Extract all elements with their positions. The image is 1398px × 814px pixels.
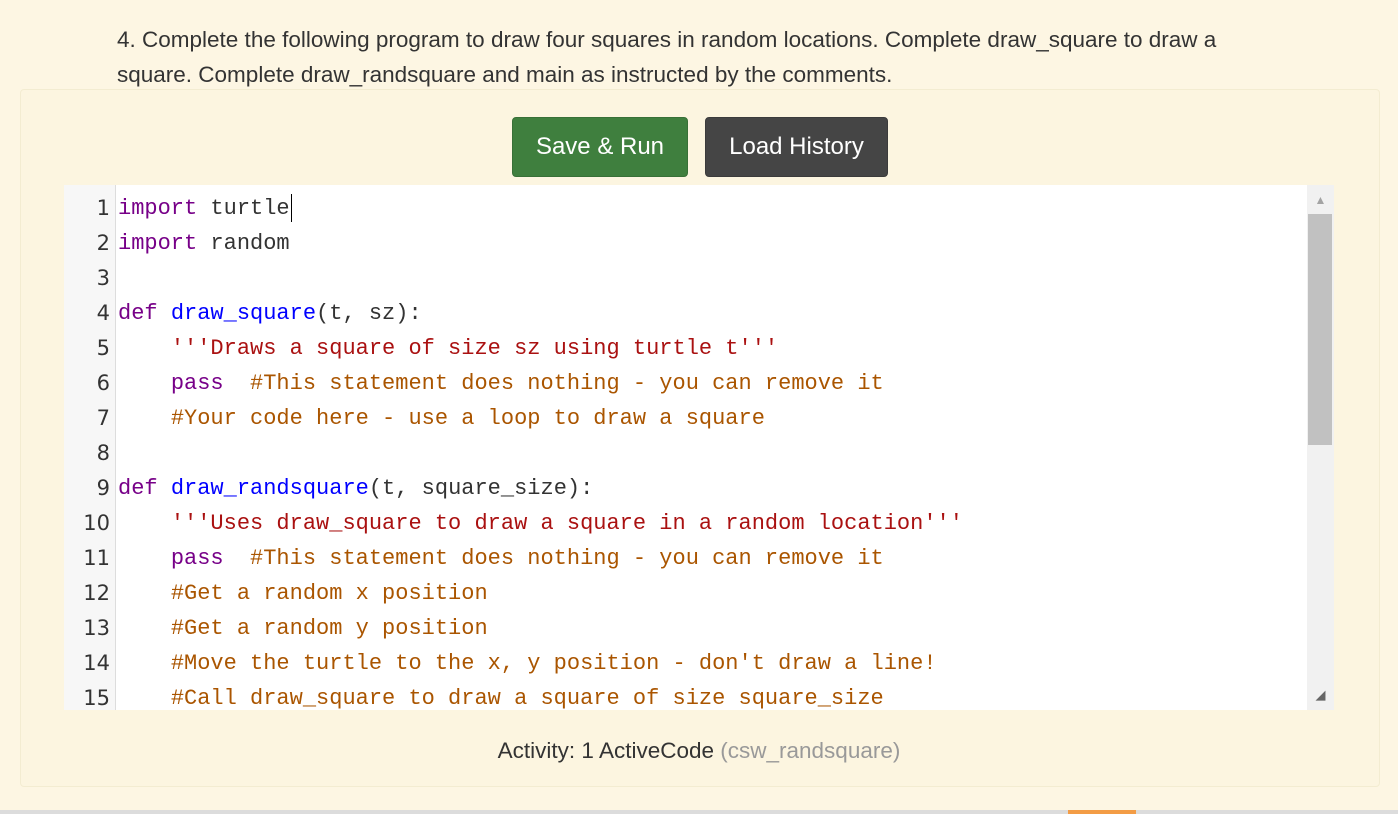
line-number: 11 [83, 546, 110, 570]
code-token: def [118, 476, 158, 501]
code-token: draw_square [170, 301, 317, 326]
code-token: #Move the turtle to the x, y position - … [170, 651, 937, 676]
code-token: '''Draws a square of size sz using turtl… [170, 336, 779, 361]
load-history-button[interactable]: Load History [705, 117, 888, 177]
code-token: #Your code here - use a loop to draw a s… [170, 406, 765, 431]
code-editor[interactable]: 1 import turtle 2 import random 3 4 def draw_s… [64, 185, 1334, 710]
line-number: 5 [96, 336, 110, 360]
code-text[interactable]: #Move the turtle to the x, y position - … [118, 646, 937, 681]
line-number: 1 [96, 196, 110, 220]
code-line[interactable]: 12 #Get a random x position [64, 576, 1304, 611]
code-token: #Get a random y position [170, 616, 488, 641]
code-line[interactable]: 1 import turtle [64, 191, 1304, 226]
line-number: 4 [96, 301, 110, 325]
code-line[interactable]: 5 '''Draws a square of size sz using tur… [64, 331, 1304, 366]
line-number: 13 [83, 616, 110, 640]
code-text[interactable]: #Your code here - use a loop to draw a s… [118, 401, 765, 436]
code-text[interactable]: '''Uses draw_square to draw a square in … [118, 506, 963, 541]
code-line[interactable]: 4 def draw_square(t, sz): [64, 296, 1304, 331]
code-text[interactable]: pass #This statement does nothing - you … [118, 541, 884, 576]
code-line[interactable]: 14 #Move the turtle to the x, y position… [64, 646, 1304, 681]
activity-id: (csw_randsquare) [720, 738, 901, 763]
code-text[interactable]: import turtle [118, 191, 292, 226]
code-text[interactable]: #Get a random y position [118, 611, 488, 646]
code-text[interactable]: pass #This statement does nothing - you … [118, 366, 884, 401]
code-line[interactable]: 11 pass #This statement does nothing - y… [64, 541, 1304, 576]
line-number: 3 [96, 266, 110, 290]
line-number: 6 [96, 371, 110, 395]
scrollbar-thumb[interactable] [1308, 214, 1332, 445]
code-line[interactable]: 15 #Call draw_square to draw a square of… [64, 681, 1304, 710]
code-token: pass [170, 546, 224, 571]
code-line[interactable]: 2 import random [64, 226, 1304, 261]
code-token: turtle [197, 196, 290, 221]
resize-grip-icon[interactable]: ◢ [1307, 685, 1334, 705]
code-token: import [118, 196, 198, 221]
line-number: 10 [83, 511, 110, 535]
code-token: pass [170, 371, 224, 396]
code-text[interactable]: import random [118, 226, 290, 261]
code-text[interactable]: #Call draw_square to draw a square of si… [118, 681, 884, 710]
code-token: #This statement does nothing - you can r… [250, 371, 884, 396]
code-line[interactable]: 13 #Get a random y position [64, 611, 1304, 646]
activity-label: Activity: 1 ActiveCode [497, 738, 714, 763]
page: 4. Complete the following program to dra… [0, 0, 1398, 814]
code-token: def [118, 301, 158, 326]
bottom-accent-bar [1068, 810, 1136, 814]
line-number: 7 [96, 406, 110, 430]
code-text[interactable]: #Get a random x position [118, 576, 488, 611]
code-text[interactable]: def draw_randsquare(t, square_size): [118, 471, 593, 506]
scroll-up-icon[interactable]: ▲ [1307, 191, 1334, 209]
line-number: 9 [96, 476, 110, 500]
code-text[interactable]: '''Draws a square of size sz using turtl… [118, 331, 778, 366]
code-token: draw_randsquare [170, 476, 369, 501]
code-token: (t, sz): [316, 301, 422, 326]
code-line[interactable]: 8 [64, 436, 1304, 471]
code-line[interactable]: 3 [64, 261, 1304, 296]
line-number: 12 [83, 581, 110, 605]
code-text[interactable]: def draw_square(t, sz): [118, 296, 422, 331]
activity-caption: Activity: 1 ActiveCode (csw_randsquare) [0, 738, 1398, 764]
code-line[interactable]: 7 #Your code here - use a loop to draw a… [64, 401, 1304, 436]
code-line[interactable]: 10 '''Uses draw_square to draw a square … [64, 506, 1304, 541]
bottom-divider [0, 810, 1398, 814]
code-token: import [118, 231, 198, 256]
line-number: 8 [96, 441, 110, 465]
code-line[interactable]: 6 pass #This statement does nothing - yo… [64, 366, 1304, 401]
code-token: (t, square_size): [368, 476, 594, 501]
code-token: #Call draw_square to draw a square of si… [170, 686, 884, 710]
code-token: '''Uses draw_square to draw a square in … [170, 511, 963, 536]
line-number: 2 [96, 231, 110, 255]
code-line[interactable]: 9 def draw_randsquare(t, square_size): [64, 471, 1304, 506]
line-number: 14 [83, 651, 110, 675]
code-token: #Get a random x position [170, 581, 488, 606]
code-token: random [197, 231, 290, 256]
line-number: 15 [83, 686, 110, 710]
code-token: #This statement does nothing - you can r… [250, 546, 884, 571]
question-text: 4. Complete the following program to dra… [117, 27, 1217, 87]
save-run-button[interactable]: Save & Run [512, 117, 688, 177]
text-cursor [290, 194, 292, 223]
editor-scrollbar[interactable]: ▲ ◢ [1307, 185, 1334, 710]
code-area[interactable]: 1 import turtle 2 import random 3 4 def draw_s… [64, 191, 1304, 710]
